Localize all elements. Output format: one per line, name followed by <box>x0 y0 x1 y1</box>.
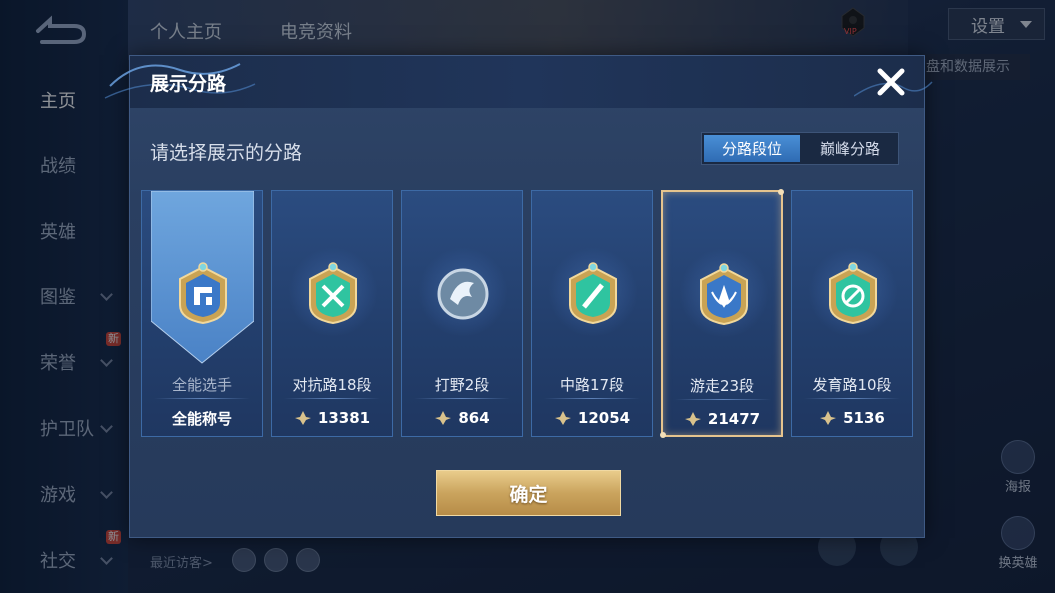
lane-points: 13381 <box>317 409 371 427</box>
modal-title: 展示分路 <box>150 73 227 95</box>
selection-corner-dot <box>660 432 666 438</box>
roam-emblem-icon <box>700 263 748 326</box>
farm-lane-emblem-icon <box>829 262 877 325</box>
lane-points: 21477 <box>707 410 761 428</box>
tab-lane-rank[interactable]: 分路段位 <box>704 135 800 162</box>
lane-points-icon <box>820 411 837 425</box>
tab-peak-lane[interactable]: 巅峰分路 <box>802 133 898 164</box>
lane-card[interactable]: 对抗路18段 13381 <box>271 190 393 437</box>
card-divider <box>284 398 380 399</box>
lane-points-icon <box>554 411 571 425</box>
lane-name: 全能选手 <box>171 376 232 394</box>
lane-points-icon <box>684 412 701 426</box>
lane-card[interactable]: 游走23段 21477 <box>660 189 784 438</box>
lane-points: 12054 <box>577 409 631 427</box>
selection-corner-dot <box>778 189 784 195</box>
card-divider <box>804 398 900 399</box>
card-score-row: 864 <box>402 408 522 428</box>
close-icon[interactable] <box>874 65 908 99</box>
allround-title-label: 全能称号 <box>171 409 232 428</box>
lane-card[interactable]: 发育路10段 5136 <box>791 190 913 437</box>
card-divider <box>154 398 250 399</box>
lane-card[interactable]: 打野2段 864 <box>401 190 523 437</box>
lane-name: 打野2段 <box>434 376 490 394</box>
lane-card[interactable]: 中路17段 12054 <box>531 190 653 437</box>
lane-name: 中路17段 <box>559 376 625 394</box>
confirm-button[interactable]: 确定 <box>436 470 621 516</box>
lane-card[interactable]: 全能选手 全能称号 <box>141 190 263 437</box>
card-score-row: 21477 <box>663 409 781 429</box>
clash-lane-emblem-icon <box>309 262 357 325</box>
lane-select-prompt: 请选择展示的分路 <box>150 142 303 164</box>
card-divider <box>414 398 510 399</box>
card-score-row: 13381 <box>272 408 392 428</box>
lane-points-icon <box>294 411 311 425</box>
card-divider <box>544 398 640 399</box>
lane-points: 864 <box>458 409 490 427</box>
mid-lane-emblem-icon <box>569 262 617 325</box>
lane-name: 对抗路18段 <box>292 376 372 394</box>
all-round-emblem-icon <box>179 262 227 325</box>
card-divider <box>675 399 771 400</box>
modal-header: 展示分路 <box>104 56 933 108</box>
lane-name: 游走23段 <box>689 377 755 395</box>
lane-points: 5136 <box>843 409 885 427</box>
card-score-row: 12054 <box>532 408 652 428</box>
card-score-row: 全能称号 <box>142 408 262 428</box>
lane-points-icon <box>435 411 452 425</box>
card-score-row: 5136 <box>792 408 912 428</box>
lane-display-modal: 展示分路 请选择展示的分路 分路段位 巅峰分路 全能选手 全能称号 对抗路18段 13… <box>104 55 933 538</box>
jungle-emblem-icon <box>437 268 489 320</box>
lane-name: 发育路10段 <box>812 376 892 394</box>
ranking-type-toggle: 分路段位 巅峰分路 <box>701 132 899 165</box>
